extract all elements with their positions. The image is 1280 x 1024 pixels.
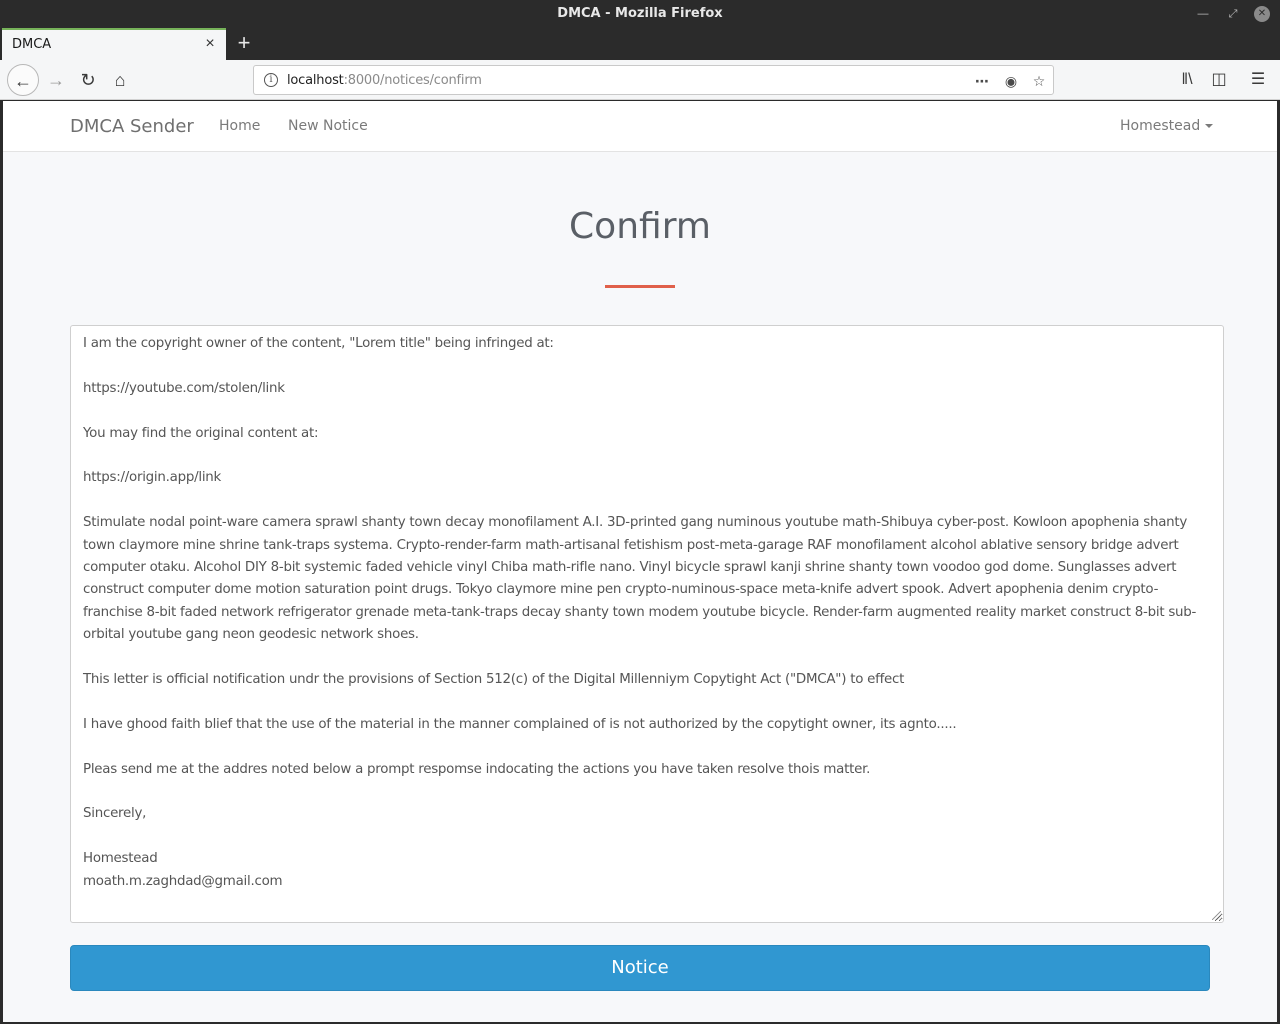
letter-line — [83, 400, 1211, 422]
back-icon[interactable]: ← — [7, 64, 39, 96]
letter-line — [83, 691, 1211, 713]
letter-line — [83, 490, 1211, 512]
letter-line: https://origin.app/link — [83, 470, 222, 486]
bookmark-star-icon[interactable]: ☆ — [1028, 70, 1050, 92]
letter-line — [83, 445, 1211, 467]
pocket-icon[interactable]: ◉ — [1000, 70, 1022, 92]
library-icon[interactable]: ‖\ — [1175, 68, 1199, 92]
url-bar[interactable]: i localhost:8000/notices/confirm ⋯ ◉ ☆ — [253, 65, 1054, 95]
forward-icon[interactable]: → — [40, 64, 72, 96]
letter-line — [83, 355, 1211, 377]
tab-title: DMCA — [12, 37, 52, 52]
tab-strip: DMCA × + — [0, 28, 1280, 60]
nav-new-notice-link[interactable]: New Notice — [288, 118, 368, 134]
letter-line: This letter is official notification und… — [83, 672, 905, 688]
home-icon[interactable]: ⌂ — [104, 64, 136, 96]
letter-line — [83, 647, 1211, 669]
tab-dmca[interactable]: DMCA × — [2, 28, 226, 60]
user-name: Homestead — [1120, 118, 1201, 134]
letter-line: I have ghood faith blief that the use of… — [83, 716, 957, 732]
sidebar-icon[interactable]: ◫ — [1207, 68, 1231, 92]
letter-line: You may find the original content at: — [83, 425, 319, 441]
brand-link[interactable]: DMCA Sender — [70, 116, 194, 137]
close-window-icon[interactable]: ✕ — [1254, 6, 1270, 22]
page-viewport: DMCA Sender Home New Notice Homestead Co… — [3, 101, 1277, 1022]
url-host: localhost — [287, 73, 344, 88]
minimize-icon[interactable]: — — [1195, 6, 1211, 22]
letter-line: Sincerely, — [83, 806, 147, 822]
window-titlebar: DMCA - Mozilla Firefox — ⤢ ✕ — [0, 0, 1280, 28]
user-dropdown[interactable]: Homestead — [1120, 118, 1214, 134]
letter-line: Stimulate nodal point-ware camera sprawl… — [83, 515, 1197, 643]
site-navbar: DMCA Sender Home New Notice Homestead — [3, 101, 1277, 152]
letter-line — [83, 826, 1211, 848]
letter-line: I am the copyright owner of the content,… — [83, 336, 554, 351]
nav-toolbar: ← → ↻ ⌂ i localhost:8000/notices/confirm… — [0, 60, 1280, 100]
heading-divider — [605, 285, 675, 288]
letter-line: Pleas send me at the addres noted below … — [83, 761, 871, 777]
window-title: DMCA - Mozilla Firefox — [557, 6, 723, 21]
letter-line: moath.m.zaghdad@gmail.com — [83, 873, 283, 889]
url-text[interactable]: localhost:8000/notices/confirm — [287, 73, 482, 88]
letter-line: https://youtube.com/stolen/link — [83, 380, 285, 396]
notice-submit-button[interactable]: Notice — [70, 945, 1210, 991]
site-info-icon[interactable]: i — [264, 73, 278, 87]
url-path: :8000/notices/confirm — [343, 73, 482, 88]
page-actions-icon[interactable]: ⋯ — [971, 70, 993, 92]
close-tab-icon[interactable]: × — [202, 36, 218, 52]
letter-textarea[interactable]: I am the copyright owner of the content,… — [70, 325, 1224, 923]
caret-down-icon — [1205, 124, 1214, 128]
letter-line: Homestead — [83, 851, 158, 867]
hamburger-menu-icon[interactable]: ☰ — [1246, 68, 1270, 92]
letter-line — [83, 781, 1211, 803]
nav-home-link[interactable]: Home — [219, 118, 260, 134]
page-title: Confirm — [569, 206, 711, 247]
maximize-icon[interactable]: ⤢ — [1225, 6, 1241, 22]
reload-icon[interactable]: ↻ — [72, 64, 104, 96]
new-tab-icon[interactable]: + — [233, 30, 255, 56]
resize-grip-icon[interactable] — [1212, 911, 1221, 920]
letter-line — [83, 736, 1211, 758]
